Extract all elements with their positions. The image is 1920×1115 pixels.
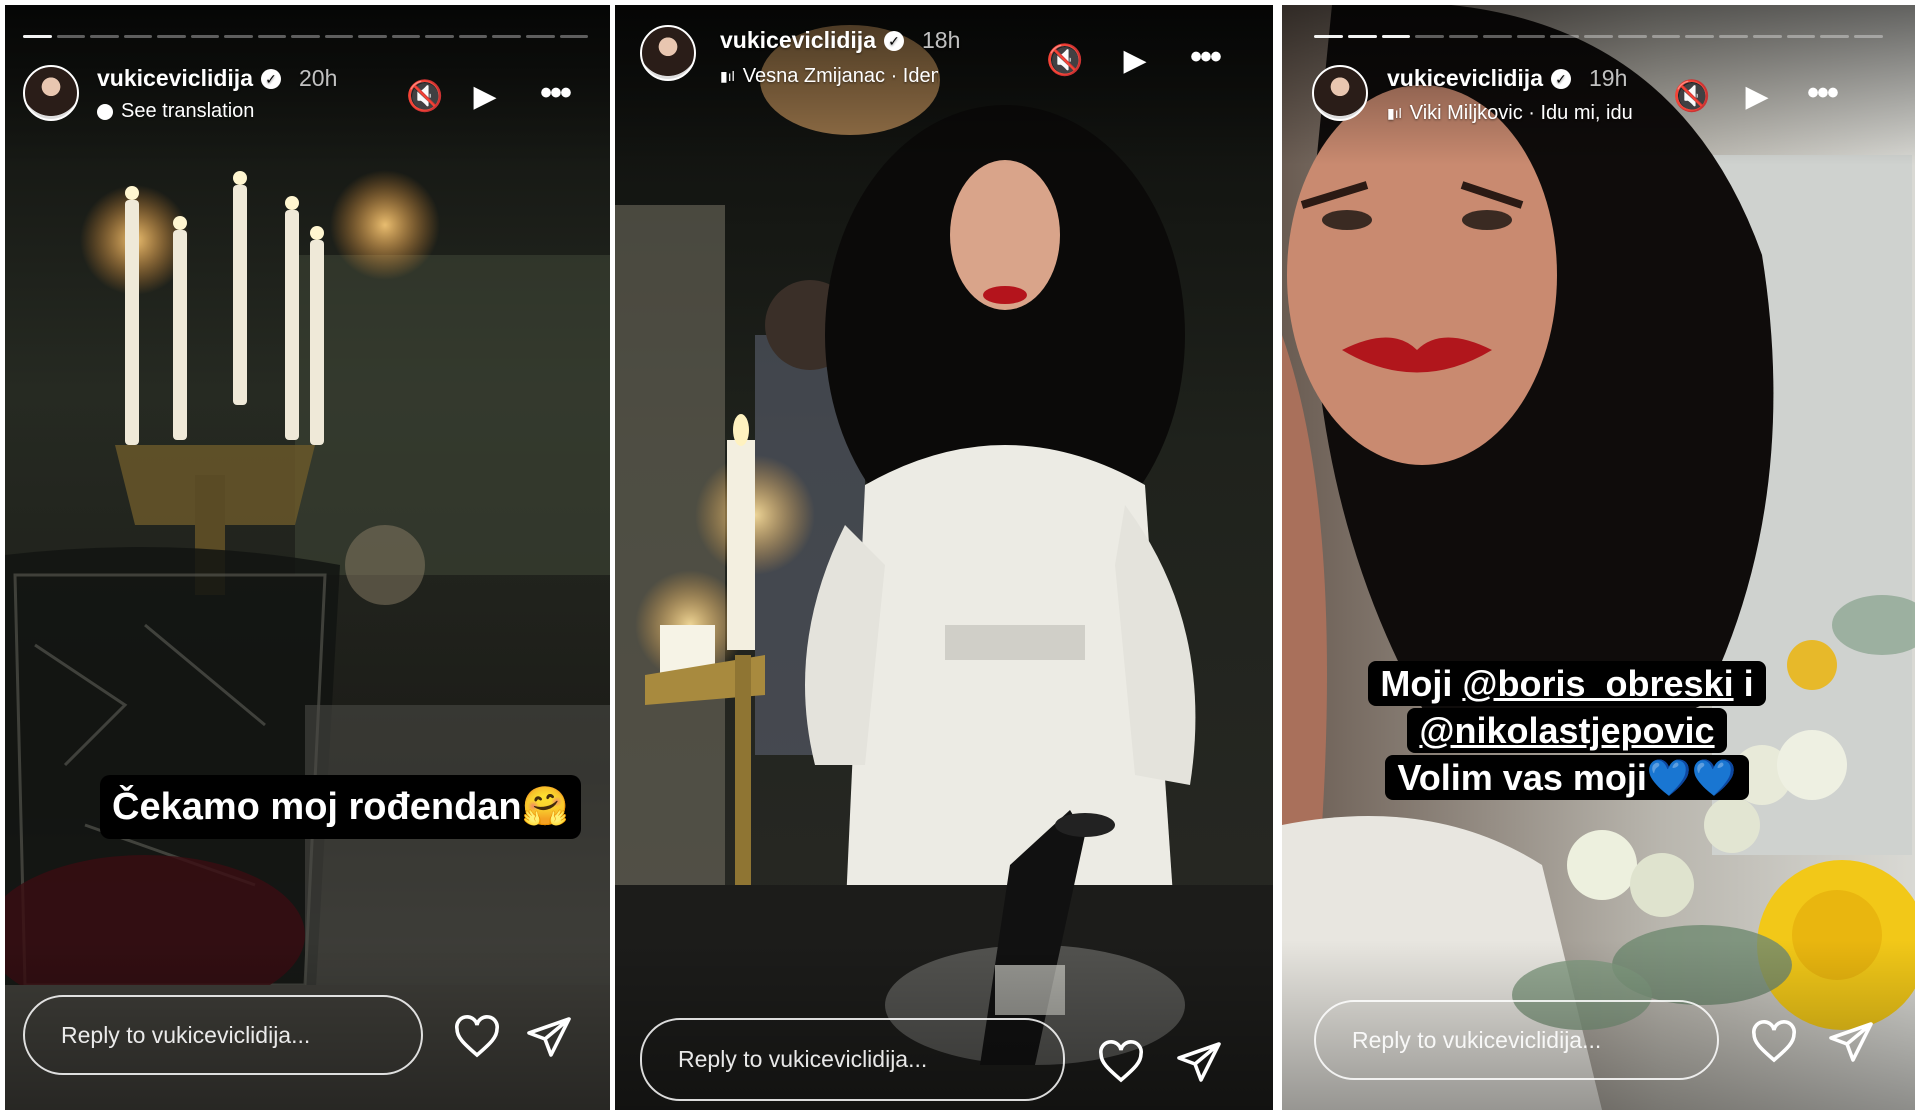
username[interactable]: vukiceviclidija <box>720 27 876 54</box>
username[interactable]: vukiceviclidija <box>1387 65 1543 92</box>
muted-speaker-icon[interactable]: 🔇 <box>1045 41 1085 81</box>
progress-segment <box>1347 35 1377 38</box>
progress-segment <box>492 35 521 38</box>
username[interactable]: vukiceviclidija <box>97 65 253 92</box>
progress-segment <box>1516 35 1546 38</box>
progress-segment <box>1415 35 1445 38</box>
progress-segment <box>358 35 387 38</box>
progress-segment <box>1719 35 1748 38</box>
send-icon[interactable] <box>1175 1038 1223 1086</box>
music-label: Viki Miljkovic · Idu mi, idu <box>1409 102 1632 124</box>
progress-segment <box>157 35 186 38</box>
play-icon[interactable]: ▶ <box>1115 41 1155 81</box>
music-bars-icon: ▮ıl <box>1387 105 1402 121</box>
more-options-icon[interactable]: ••• <box>530 73 580 113</box>
progress-segment <box>1854 35 1884 38</box>
send-icon[interactable] <box>1827 1018 1875 1066</box>
verified-badge-icon: ✓ <box>883 30 904 51</box>
progress-segment <box>1752 35 1782 38</box>
muted-speaker-icon[interactable]: 🔇 <box>1672 77 1712 117</box>
progress-segment <box>224 35 253 38</box>
progress-segment <box>90 35 119 38</box>
progress-segment <box>1651 35 1681 38</box>
progress-segment <box>1381 35 1411 38</box>
progress-segment <box>1786 35 1816 38</box>
play-icon[interactable]: ▶ <box>465 77 505 117</box>
story-time: 19h <box>1588 65 1628 91</box>
see-translation-label: See translation <box>121 100 255 122</box>
story-header: vukiceviclidija ✓ 18h <box>720 27 960 54</box>
caption-prefix: Moji <box>1380 663 1463 704</box>
progress-segment <box>525 35 555 38</box>
caption-mid: i <box>1733 663 1754 704</box>
see-translation-link[interactable]: See translation <box>97 100 254 123</box>
reply-input[interactable]: Reply to vukiceviclidija... <box>640 1018 1065 1101</box>
story-progress-bar <box>23 35 589 38</box>
story-panel-2[interactable]: vukiceviclidija ✓ 18h ▮ıl Vesna Zmijanac… <box>615 5 1273 1110</box>
reply-placeholder: Reply to vukiceviclidija... <box>678 1046 928 1072</box>
story-progress-bar <box>1314 35 1884 38</box>
story-time: 18h <box>921 27 961 53</box>
avatar[interactable] <box>640 25 696 81</box>
more-options-icon[interactable]: ••• <box>1797 73 1847 113</box>
progress-segment <box>291 35 320 38</box>
progress-segment <box>1449 35 1478 38</box>
progress-segment <box>1617 35 1647 38</box>
progress-segment <box>1685 35 1715 38</box>
verified-badge-icon: ✓ <box>260 68 281 89</box>
progress-segment <box>1584 35 1613 38</box>
send-icon[interactable] <box>525 1013 573 1061</box>
avatar[interactable] <box>23 65 79 121</box>
story-header: vukiceviclidija ✓ 19h <box>1387 65 1627 92</box>
reply-input[interactable]: Reply to vukiceviclidija... <box>1314 1000 1719 1080</box>
play-icon[interactable]: ▶ <box>1737 77 1777 117</box>
progress-segment <box>190 35 220 38</box>
story-header: vukiceviclidija ✓ 20h <box>97 65 337 92</box>
heart-icon[interactable] <box>1750 1018 1798 1066</box>
story-caption: Čekamo moj rođendan🤗 <box>100 775 581 839</box>
caption-end: Volim vas moji💙💙 <box>1397 757 1737 798</box>
mention-boris-obreski[interactable]: @boris_obreski <box>1462 663 1733 704</box>
globe-icon <box>97 103 113 120</box>
progress-segment <box>324 35 354 38</box>
progress-segment <box>257 35 287 38</box>
story-time: 20h <box>298 65 338 91</box>
music-attribution[interactable]: ▮ıl Vesna Zmijanac · Idem pr <box>720 65 938 88</box>
progress-segment <box>23 35 52 38</box>
verified-badge-icon: ✓ <box>1550 68 1571 89</box>
muted-speaker-icon[interactable]: 🔇 <box>405 77 445 117</box>
music-attribution[interactable]: ▮ıl Viki Miljkovic · Idu mi, idu <box>1387 102 1632 125</box>
music-bars-icon: ▮ıl <box>720 68 735 84</box>
more-options-icon[interactable]: ••• <box>1180 37 1230 77</box>
music-label: Vesna Zmijanac · Idem pr <box>742 65 938 87</box>
progress-segment <box>1482 35 1512 38</box>
progress-segment <box>425 35 454 38</box>
progress-segment <box>559 35 589 38</box>
reply-input[interactable]: Reply to vukiceviclidija... <box>23 995 423 1075</box>
heart-icon[interactable] <box>1097 1038 1145 1086</box>
story-panel-1[interactable]: vukiceviclidija ✓ 20h See translation 🔇 … <box>5 5 610 1110</box>
progress-segment <box>56 35 86 38</box>
progress-segment <box>458 35 488 38</box>
story-panel-3[interactable]: vukiceviclidija ✓ 19h ▮ıl Viki Miljkovic… <box>1282 5 1915 1110</box>
reply-placeholder: Reply to vukiceviclidija... <box>1352 1026 1602 1053</box>
story-caption: Moji @boris_obreski i @nikolastjepovic V… <box>1327 660 1807 801</box>
heart-icon[interactable] <box>453 1013 501 1061</box>
progress-segment <box>1820 35 1850 38</box>
reply-placeholder: Reply to vukiceviclidija... <box>61 1021 311 1048</box>
progress-segment <box>123 35 153 38</box>
progress-segment <box>391 35 421 38</box>
mention-nikolastjepovic[interactable]: @nikolastjepovic <box>1419 710 1714 751</box>
progress-segment <box>1314 35 1343 38</box>
progress-segment <box>1550 35 1580 38</box>
avatar[interactable] <box>1312 65 1368 121</box>
